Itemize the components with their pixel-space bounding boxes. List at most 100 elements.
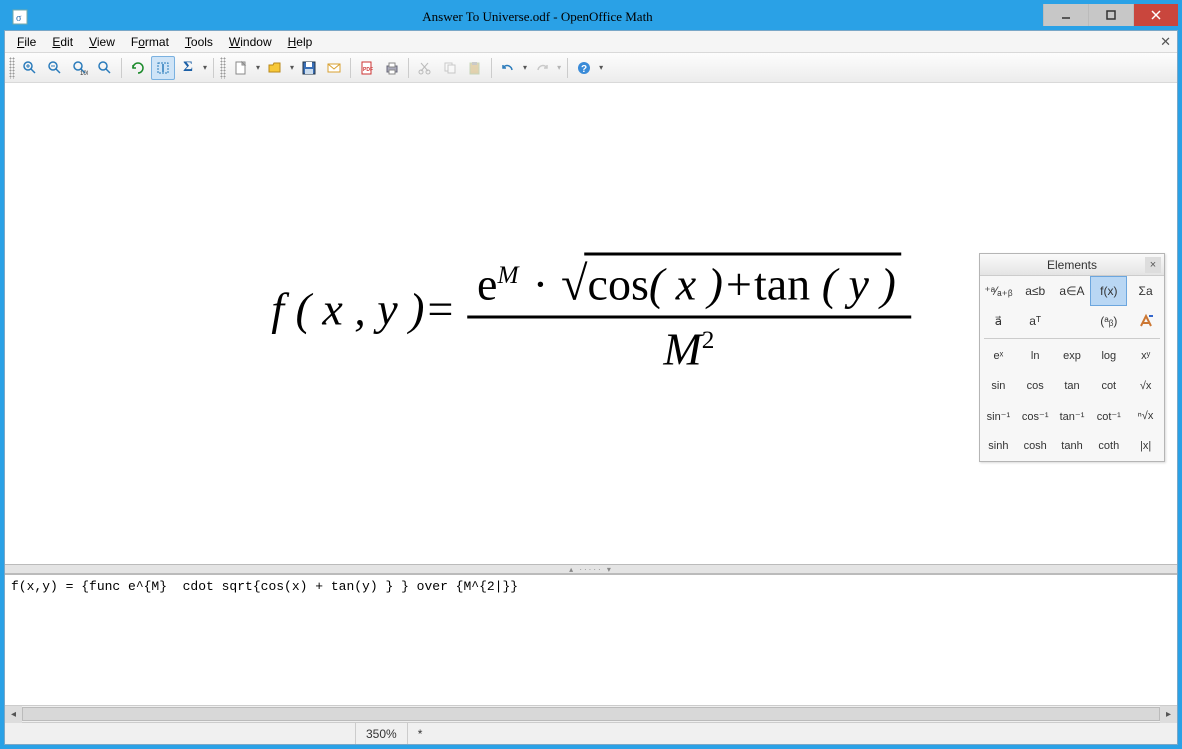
- cat-functions[interactable]: f(x): [1090, 276, 1127, 306]
- client-area: File Edit View Format Tools Window Help …: [4, 30, 1178, 745]
- fn-ln[interactable]: ln: [1017, 341, 1054, 371]
- fn-exp[interactable]: exp: [1054, 341, 1091, 371]
- document-close-icon[interactable]: ✕: [1160, 34, 1171, 50]
- fn-nroot[interactable]: ⁿ√x: [1127, 401, 1164, 431]
- mail-button[interactable]: [322, 56, 346, 80]
- window-controls: [1043, 4, 1178, 26]
- close-button[interactable]: [1133, 4, 1178, 26]
- open-dropdown[interactable]: ▾: [288, 63, 296, 72]
- svg-text:?: ?: [581, 64, 587, 75]
- menu-file[interactable]: File: [9, 33, 44, 51]
- fn-coth[interactable]: coth: [1090, 431, 1127, 461]
- denominator: M2: [467, 318, 911, 375]
- fn-tan[interactable]: tan: [1054, 371, 1091, 401]
- svg-text:100: 100: [80, 71, 88, 76]
- status-zoom[interactable]: 350%: [355, 723, 407, 744]
- elements-close-icon[interactable]: ×: [1145, 257, 1161, 273]
- toolbar-grip-2[interactable]: [220, 57, 226, 79]
- app-window: σ Answer To Universe.odf - OpenOffice Ma…: [4, 4, 1178, 745]
- scroll-right-icon[interactable]: ▸: [1160, 706, 1177, 723]
- new-dropdown[interactable]: ▾: [254, 63, 262, 72]
- minimize-button[interactable]: [1043, 4, 1088, 26]
- cat-attributes[interactable]: a⃗: [980, 306, 1017, 336]
- elements-button[interactable]: Σ: [176, 56, 200, 80]
- fn-cos[interactable]: cos: [1017, 371, 1054, 401]
- fn-power[interactable]: xʸ: [1127, 341, 1164, 371]
- lhs: f ( x , y )=: [271, 283, 455, 334]
- fn-abs[interactable]: |x|: [1127, 431, 1164, 461]
- scroll-thumb[interactable]: [22, 707, 1160, 721]
- fn-cot[interactable]: cot: [1090, 371, 1127, 401]
- fn-sqrt[interactable]: √x: [1127, 371, 1164, 401]
- open-button[interactable]: [263, 56, 287, 80]
- fn-arcsin[interactable]: sin⁻¹: [980, 401, 1017, 431]
- pane-splitter[interactable]: ▴ ····· ▾: [5, 564, 1177, 574]
- titlebar: σ Answer To Universe.odf - OpenOffice Ma…: [4, 4, 1178, 30]
- fn-arccot[interactable]: cot⁻¹: [1090, 401, 1127, 431]
- toolbar-grip[interactable]: [9, 57, 15, 79]
- menu-format[interactable]: Format: [123, 33, 177, 51]
- new-button[interactable]: [229, 56, 253, 80]
- elements-function-grid: eˣ ln exp log xʸ sin cos tan cot √x sin⁻…: [980, 341, 1164, 461]
- svg-text:σ: σ: [16, 13, 22, 24]
- fn-exp-e[interactable]: eˣ: [980, 341, 1017, 371]
- cat-others[interactable]: aᵀ: [1017, 306, 1054, 336]
- toolbar: 100 Σ ▾ ▾ ▾ PDF ▾ ▾: [5, 53, 1177, 83]
- fn-tanh[interactable]: tanh: [1054, 431, 1091, 461]
- toolbar-dropdown-2[interactable]: ▾: [597, 63, 605, 72]
- zoom-in-button[interactable]: [18, 56, 42, 80]
- fraction: eM · √cos( x )+tan ( y ) M2: [467, 252, 911, 375]
- menu-view[interactable]: View: [81, 33, 123, 51]
- menu-edit[interactable]: Edit: [44, 33, 81, 51]
- redo-dropdown[interactable]: ▾: [555, 63, 563, 72]
- numerator: eM · √cos( x )+tan ( y ): [467, 252, 911, 318]
- help-button[interactable]: ?: [572, 56, 596, 80]
- fn-sinh[interactable]: sinh: [980, 431, 1017, 461]
- maximize-button[interactable]: [1088, 4, 1133, 26]
- den-base: M: [663, 323, 701, 374]
- menu-help[interactable]: Help: [280, 33, 321, 51]
- status-modified: *: [407, 723, 433, 744]
- zoom-out-button[interactable]: [43, 56, 67, 80]
- zoom-fit-button[interactable]: [93, 56, 117, 80]
- zoom-100-button[interactable]: 100: [68, 56, 92, 80]
- fn-arccos[interactable]: cos⁻¹: [1017, 401, 1054, 431]
- paste-button[interactable]: [463, 56, 487, 80]
- cut-button[interactable]: [413, 56, 437, 80]
- fn-sin[interactable]: sin: [980, 371, 1017, 401]
- cat-brackets[interactable]: (ᵃᵦ): [1090, 306, 1127, 336]
- cat-relations[interactable]: a≤b: [1017, 276, 1054, 306]
- elements-category-grid: ⁺ᵃ⁄ₐ₊ᵦ a≤b a∈A f(x) Σa a⃗ aᵀ (ᵃᵦ): [980, 276, 1164, 336]
- undo-button[interactable]: [496, 56, 520, 80]
- statusbar: 350% *: [5, 722, 1177, 744]
- elements-panel[interactable]: Elements × ⁺ᵃ⁄ₐ₊ᵦ a≤b a∈A f(x) Σa a⃗ aᵀ …: [979, 253, 1165, 462]
- main-area: f ( x , y )= eM · √cos( x )+tan ( y ) M2: [5, 83, 1177, 744]
- editor-hscrollbar[interactable]: ◂ ▸: [5, 705, 1177, 722]
- copy-button[interactable]: [438, 56, 462, 80]
- save-button[interactable]: [297, 56, 321, 80]
- redo-button[interactable]: [530, 56, 554, 80]
- cdot: ·: [530, 258, 550, 309]
- elements-title[interactable]: Elements ×: [980, 254, 1164, 276]
- formula-cursor-button[interactable]: [151, 56, 175, 80]
- cat-formats[interactable]: [1127, 306, 1164, 336]
- menu-window[interactable]: Window: [221, 33, 280, 51]
- fn-log[interactable]: log: [1090, 341, 1127, 371]
- formula-canvas[interactable]: f ( x , y )= eM · √cos( x )+tan ( y ) M2: [5, 83, 1177, 564]
- cat-operators[interactable]: Σa: [1127, 276, 1164, 306]
- menubar: File Edit View Format Tools Window Help …: [5, 31, 1177, 53]
- rendered-formula: f ( x , y )= eM · √cos( x )+tan ( y ) M2: [271, 252, 911, 375]
- toolbar-dropdown-1[interactable]: ▾: [201, 63, 209, 72]
- cat-set-ops[interactable]: a∈A: [1054, 276, 1091, 306]
- export-pdf-button[interactable]: PDF: [355, 56, 379, 80]
- cat-unary-binary[interactable]: ⁺ᵃ⁄ₐ₊ᵦ: [980, 276, 1017, 306]
- refresh-button[interactable]: [126, 56, 150, 80]
- undo-dropdown[interactable]: ▾: [521, 63, 529, 72]
- scroll-left-icon[interactable]: ◂: [5, 706, 22, 723]
- formula-source-input[interactable]: f(x,y) = {func e^{M} cdot sqrt{cos(x) + …: [5, 575, 1177, 705]
- menu-tools[interactable]: Tools: [177, 33, 221, 51]
- fn-arctan[interactable]: tan⁻¹: [1054, 401, 1091, 431]
- print-button[interactable]: [380, 56, 404, 80]
- fn-cosh[interactable]: cosh: [1017, 431, 1054, 461]
- exp-M: M: [497, 261, 518, 289]
